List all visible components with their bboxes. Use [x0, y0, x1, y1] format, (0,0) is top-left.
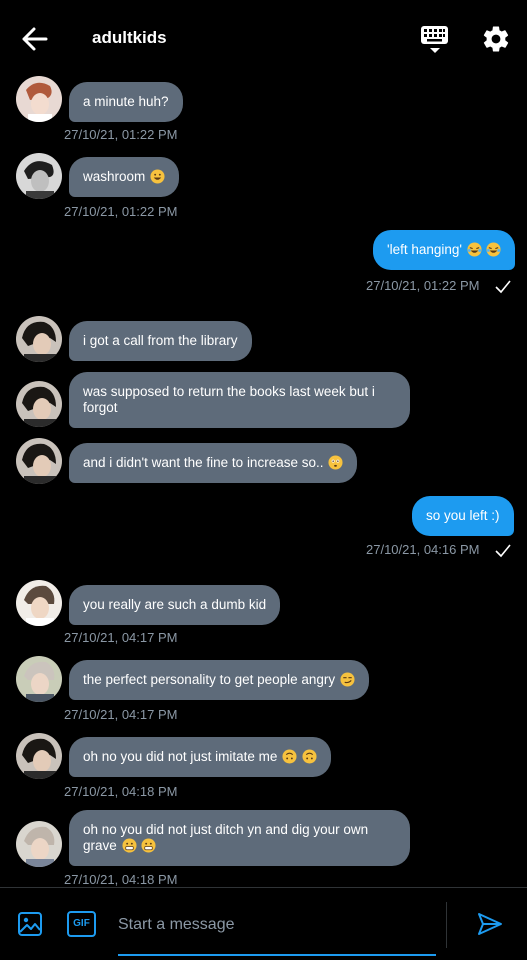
message-timestamp: 27/10/21, 04:17 PM — [64, 707, 178, 722]
message-bubble[interactable]: the perfect personality to get people an… — [69, 660, 369, 700]
message-text: was supposed to return the books last we… — [83, 384, 375, 415]
laughing-crying-face-emoji — [486, 242, 502, 257]
message-text: i got a call from the library — [83, 333, 238, 348]
laughing-crying-face-emoji — [467, 242, 482, 257]
avatar[interactable] — [16, 76, 62, 122]
smirking-face-emoji — [340, 672, 355, 687]
checkmark-icon — [495, 280, 511, 294]
avatar[interactable] — [16, 381, 62, 427]
message-bubble[interactable]: oh no you did not just ditch yn and dig … — [69, 810, 410, 866]
flushed-face-emoji — [328, 455, 343, 470]
grinning-face-emoji — [150, 169, 165, 184]
avatar[interactable] — [16, 153, 62, 199]
conversation-header: adultkids — [0, 0, 527, 78]
arrow-left-icon[interactable] — [20, 24, 52, 54]
message-text: oh no you did not just imitate me — [83, 749, 282, 764]
message-bubble[interactable]: 'left hanging' — [373, 230, 516, 270]
message-text: and i didn't want the fine to increase s… — [83, 455, 324, 470]
grimacing-face-emoji — [141, 838, 156, 853]
message-timestamp: 27/10/21, 04:18 PM — [64, 784, 178, 799]
message-timestamp: 27/10/21, 01:22 PM — [64, 127, 178, 142]
message-timestamp: 27/10/21, 04:16 PM — [366, 542, 480, 557]
gif-button[interactable]: GIF — [67, 911, 96, 937]
message-bubble[interactable]: and i didn't want the fine to increase s… — [69, 443, 358, 483]
input-underline — [118, 954, 436, 956]
message-timestamp: 27/10/21, 04:18 PM — [64, 872, 178, 887]
message-text: so you left :) — [426, 508, 500, 523]
dm-conversation-screen: adultkids a minute huh? 27/10/21, 01:22 … — [0, 0, 527, 960]
avatar[interactable] — [16, 656, 62, 702]
grimacing-face-emoji — [122, 838, 137, 853]
composer-separator — [446, 902, 447, 948]
avatar[interactable] — [16, 316, 62, 362]
conversation-title: adultkids — [92, 28, 167, 47]
gear-icon[interactable] — [481, 24, 511, 54]
keyboard-icon[interactable] — [418, 24, 452, 56]
avatar[interactable] — [16, 438, 62, 484]
message-text: a minute huh? — [83, 94, 169, 109]
message-input[interactable] — [118, 900, 436, 950]
checkmark-icon — [495, 544, 511, 558]
message-timestamp: 27/10/21, 01:22 PM — [366, 278, 480, 293]
message-text: you really are such a dumb kid — [83, 597, 267, 612]
avatar[interactable] — [16, 821, 62, 867]
message-bubble[interactable]: i got a call from the library — [69, 321, 252, 361]
message-text: 'left hanging' — [387, 242, 466, 257]
message-timestamp: 27/10/21, 04:17 PM — [64, 630, 178, 645]
message-bubble[interactable]: so you left :) — [412, 496, 514, 536]
avatar[interactable] — [16, 580, 62, 626]
composer-divider — [0, 887, 527, 888]
message-bubble[interactable]: washroom — [69, 157, 180, 197]
message-timestamp: 27/10/21, 01:22 PM — [64, 204, 178, 219]
message-text: washroom — [83, 169, 146, 184]
message-bubble[interactable]: oh no you did not just imitate me — [69, 737, 331, 777]
avatar[interactable] — [16, 733, 62, 779]
image-icon[interactable] — [16, 910, 44, 938]
message-text: the perfect personality to get people an… — [83, 672, 336, 687]
upside-down-face-emoji — [302, 749, 317, 764]
message-bubble[interactable]: was supposed to return the books last we… — [69, 372, 410, 428]
message-bubble[interactable]: a minute huh? — [69, 82, 183, 122]
message-bubble[interactable]: you really are such a dumb kid — [69, 585, 281, 625]
upside-down-face-emoji — [282, 749, 297, 764]
send-icon[interactable] — [476, 910, 504, 938]
